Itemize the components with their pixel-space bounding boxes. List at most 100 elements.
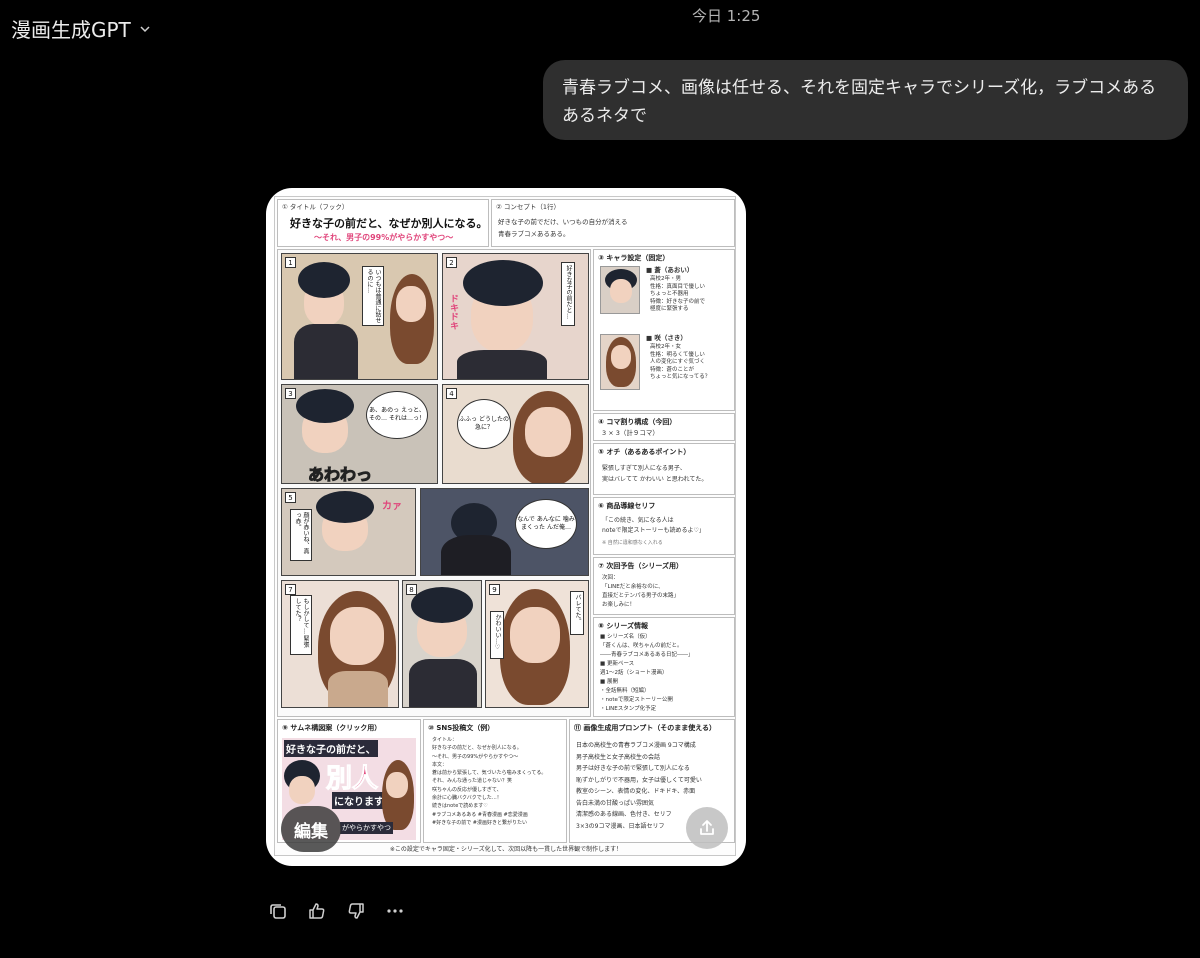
prompt-details: 日本の高校生の青春ラブコメ漫画 9コマ構成 男子高校生と女子高校生の会話 男子は好き…: [576, 740, 702, 832]
text-line: #ラブコメあるある #青春漫画 #恋愛漫画: [432, 811, 528, 818]
text-line: 男子は好きな子の前で緊張して別人になる: [576, 765, 690, 772]
more-button[interactable]: [383, 899, 407, 923]
panel-grid: 1 いつもは普通に話せるのに… 2 好きな子の前だと… ドキドキ 3 あ、あのっ…: [277, 249, 591, 717]
boy-hair: [296, 389, 354, 423]
boy-uniform: [457, 350, 547, 379]
text-line: 告白未満の甘酸っぱい雰囲気: [576, 799, 655, 807]
jikai-label: ⑦ 次回予告（シリーズ用）: [598, 562, 684, 570]
text-line: 3×3の9コマ漫画、日本語セリフ: [576, 822, 665, 830]
shohin-label: ⑥ 商品導線セリフ: [598, 502, 656, 510]
shohin-note: ※ 自然に違和感なく入れる: [602, 540, 663, 546]
panel-4: 4 ふふっ どうしたの 急に？: [442, 384, 589, 484]
koma-value: 3 × 3（計９コマ）: [602, 429, 659, 437]
text-line: 〜それ、男子の99%がやらかすやつ〜: [432, 753, 519, 760]
prompt-label: ⑪ 画像生成用プロンプト（そのまま使える）: [574, 724, 717, 732]
koma-label: ④ コマ割り構成（今回）: [598, 418, 677, 426]
speech-bubble: かわいい…♡: [490, 611, 504, 659]
text-line: 極度に緊張する: [650, 306, 689, 312]
concept-section: ② コンセプト（1行） 好きな子の前でだけ、いつもの自分が消える 青春ラブコメあ…: [491, 199, 735, 247]
copy-button[interactable]: [266, 899, 290, 923]
jikai-section: ⑦ 次回予告（シリーズ用） 次回： 「LINEだと余裕なのに、 直接だとテンパる男子…: [593, 557, 735, 615]
text-line: 続きはnoteで読めます♡: [432, 803, 488, 810]
generated-image[interactable]: ① タイトル（フック） 好きな子の前だと、なぜか別人になる。 〜それ、男子の99…: [266, 188, 746, 866]
girl-face: [330, 607, 384, 665]
koma-section: ④ コマ割り構成（今回） 3 × 3（計９コマ）: [593, 413, 735, 441]
text-line: 本文：: [432, 761, 448, 768]
text-line: ・noteで限定ストーリー公開: [600, 697, 673, 703]
saki-name: ■ 咲（さき）: [646, 334, 687, 342]
panel-number: 5: [285, 492, 296, 503]
panel-number: 9: [489, 584, 500, 595]
speech-bubble: バレてた。: [570, 591, 584, 635]
text-line: 蒼は前から緊張して、気づいたら噛みまくってる。: [432, 770, 547, 777]
like-button[interactable]: [305, 899, 329, 923]
text-line: 清潔感のある線画、色付き、セリフ: [576, 811, 672, 818]
speech-bubble: あ、あのっ えっと、その… それは…っ！: [366, 391, 428, 439]
series-label: ⑧ シリーズ情報: [598, 622, 649, 630]
panel-1: 1 いつもは普通に話せるのに…: [281, 253, 438, 380]
ochi-line: 実はバレてて かわいい と思われてた。: [602, 476, 708, 483]
text-line: 特徴：好きな子の前で: [650, 298, 706, 305]
more-icon: [387, 909, 403, 913]
girl-face: [396, 286, 426, 322]
shohin-section: ⑥ 商品導線セリフ 「この続き、気になる人は noteで限定ストーリーも読めるよ…: [593, 497, 735, 555]
speech-bubble: いつもは普通に話せるのに…: [362, 266, 384, 326]
text-line: お楽しみに！: [602, 602, 636, 608]
aoi-details: 高校2年・男 性格：真面目で優しい ちょっと不器用 特徴：好きな子の前で 極度に緊張する: [650, 276, 705, 314]
concept-line: 好きな子の前でだけ、いつもの自分が消える: [498, 218, 628, 226]
speech-bubble: なんで あんなに 噛みまくった んだ俺…: [515, 499, 577, 549]
boy-uniform: [409, 659, 477, 707]
panel-8: 8: [402, 580, 482, 708]
dislike-button[interactable]: [344, 899, 368, 923]
share-icon: [700, 820, 714, 835]
text-line: 性格：真面目で優しい: [650, 283, 706, 290]
text-line: ■ シリーズ名（仮）: [600, 634, 651, 640]
aoi-name: ■ 蒼（あおい）: [646, 266, 694, 274]
series-section: ⑧ シリーズ情報 ■ シリーズ名（仮） 「蒼くんは、咲ちゃんの前だと。 ――青春ラブ…: [593, 617, 735, 717]
model-selector[interactable]: 漫画生成GPT: [11, 14, 151, 43]
thumb-text: がやらかすやつ: [340, 822, 393, 834]
saki-portrait: [600, 334, 640, 390]
text-line: ちょっと気になってる？: [650, 374, 711, 380]
text-line: 高校2年・男: [650, 276, 681, 282]
text-line: ・全話無料（短編）: [600, 688, 650, 694]
thumbs-up-icon: [309, 903, 325, 919]
edit-button[interactable]: 編集: [281, 806, 341, 852]
thumb-label: ⑨ サムネ構図案（クリック用）: [282, 724, 382, 732]
series-details: ■ シリーズ名（仮） 「蒼くんは、咲ちゃんの前だと。 ――青春ラブコメあるある日記―…: [600, 633, 694, 714]
text-line: 咲ちゃんの反応が優しすぎて、: [432, 786, 502, 793]
ochi-line: 緊張しすぎて別人になる男子、: [602, 465, 686, 472]
concept-label: ② コンセプト（1行）: [496, 203, 561, 211]
aoi-portrait: [600, 266, 640, 314]
speech-bubble: 好きな子の前だと…: [561, 262, 575, 326]
panel-number: 8: [406, 584, 417, 595]
speech-bubble: もしかして… 緊張してた？: [290, 595, 312, 655]
speech-bubble: ふふっ どうしたの 急に？: [457, 399, 511, 449]
text-line: 「蒼くんは、咲ちゃんの前だと。: [600, 643, 683, 649]
boy-hair: [316, 491, 374, 523]
sound-effect: あわわっ: [307, 465, 373, 484]
copy-icon: [270, 904, 286, 919]
text-line: 恥ずかしがりで不器用，女子は優しくて可愛い: [576, 776, 702, 784]
text-line: 高校2年・女: [650, 344, 681, 350]
message-actions: [266, 898, 407, 924]
sns-details: タイトル： 好きな子の前だと、なぜか別人になる。 〜それ、男子の99%がやらかすやつ…: [432, 736, 546, 827]
panel-number: 3: [285, 388, 296, 399]
text-line: #好きな子の前で #漫画好きと繋がりたい: [432, 819, 527, 826]
share-button[interactable]: [686, 807, 728, 849]
boy-hair: [411, 587, 473, 623]
panel-9: 9 かわいい…♡ バレてた。: [485, 580, 589, 708]
panel-number: 7: [285, 584, 296, 595]
text-line: 性格：明るくて優しい: [650, 351, 705, 358]
manga-subtitle: 〜それ、男子の99%がやらかすやつ〜: [314, 233, 454, 242]
girl-uniform: [328, 671, 388, 707]
ochi-label: ⑤ オチ（あるあるポイント）: [598, 448, 691, 456]
text-line: 日本の高校生の青春ラブコメ漫画 9コマ構成: [576, 742, 696, 749]
text-line: 「LINEだと余裕なのに、: [602, 584, 664, 590]
text-line: 週1〜2話（ショート漫画）: [600, 670, 668, 676]
panel-3: 3 あ、あのっ えっと、その… それは…っ！ あわわっ: [281, 384, 438, 484]
character-settings: ③ キャラ設定（固定） ■ 蒼（あおい） 高校2年・男 性格：真面目で優しい ちょっ…: [593, 249, 735, 411]
thumb-text: 別人: [325, 764, 379, 795]
text-line: タイトル：: [432, 737, 458, 743]
panel-6: なんで あんなに 噛みまくった んだ俺…: [420, 488, 589, 576]
